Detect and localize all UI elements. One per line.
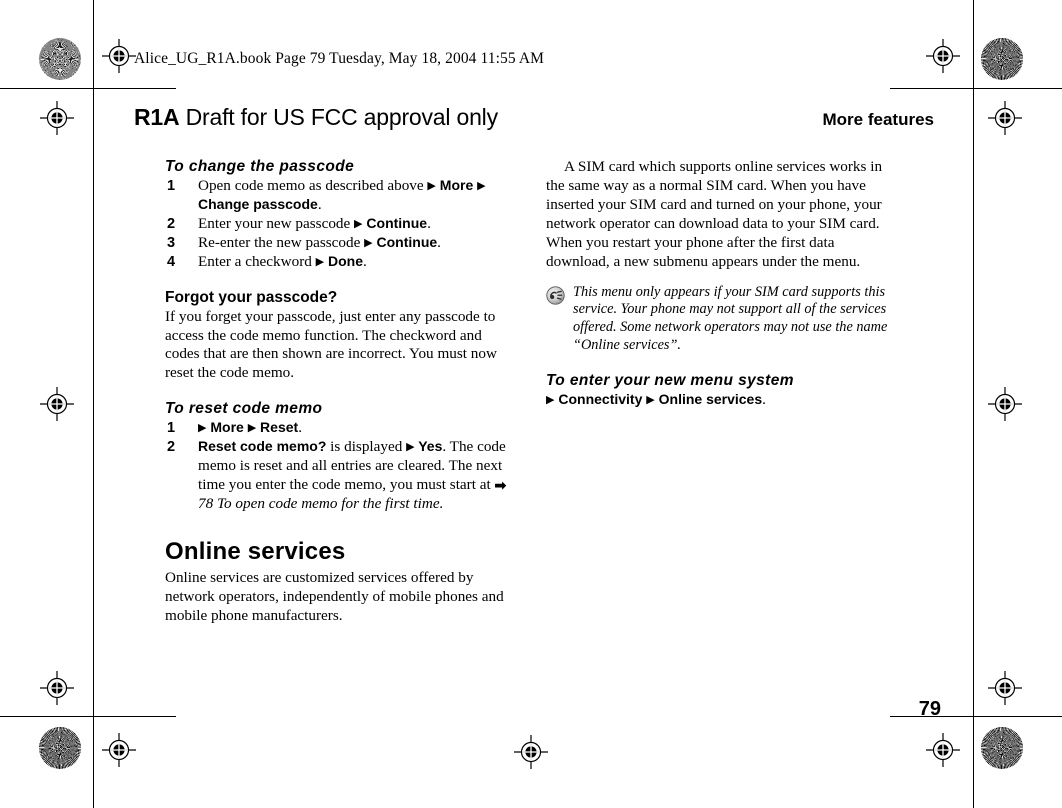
- cross-reference-link[interactable]: 78 To open code memo for the first time.: [198, 495, 443, 512]
- step-number: 4: [167, 253, 176, 270]
- registration-target-bottom-right-outer: [988, 671, 1022, 705]
- menu-arrow-icon: ▶: [477, 180, 486, 192]
- note-block: This menu only appears if your SIM card …: [546, 284, 891, 355]
- steps-change-passcode: 1 Open code memo as described above ▶ Mo…: [165, 177, 510, 272]
- step-number: 1: [167, 178, 176, 194]
- right-column: A SIM card which supports online service…: [546, 158, 891, 626]
- step-text: is displayed: [326, 438, 407, 456]
- menu-arrow-icon: ▶: [646, 393, 655, 406]
- step-period: .: [363, 252, 367, 270]
- ui-label-continue: Continue: [372, 233, 438, 250]
- ui-label-online-services: Online services: [654, 390, 763, 407]
- paragraph-online-services: Online services are customized services …: [165, 569, 504, 625]
- step-text: Re-enter the new passcode: [198, 233, 365, 251]
- note-tip-icon: [546, 285, 565, 305]
- ui-label-reset-code-memo-prompt: Reset code memo?: [198, 438, 327, 455]
- step-text: Enter a checkword: [198, 252, 316, 270]
- step-number: 2: [167, 215, 176, 232]
- menu-arrow-icon: ▶: [354, 217, 363, 230]
- menu-arrow-icon: ▶: [364, 236, 373, 249]
- steps-reset-code-memo: 1 ▶ More ▶ Reset. 2 Reset code memo? is …: [165, 419, 510, 514]
- step-period: .: [317, 195, 322, 213]
- ui-label-reset: Reset: [256, 419, 299, 436]
- menu-arrow-icon: ▶: [315, 255, 325, 268]
- list-item: 1 Open code memo as described above ▶ Mo…: [165, 177, 510, 215]
- color-rosette-bottom-left: [39, 727, 81, 769]
- step-text: Enter your new passcode: [198, 214, 355, 232]
- page-number: 79: [918, 698, 941, 720]
- revision-code: R1A: [134, 104, 180, 130]
- page-title-bar: R1A Draft for US FCC approval only More …: [134, 104, 934, 131]
- step-text: Open code memo as described above: [198, 177, 428, 194]
- list-item: 2 Reset code memo? is displayed ▶ Yes. T…: [165, 438, 510, 514]
- note-text: This menu only appears if your SIM card …: [573, 283, 888, 353]
- document-page: Alice_UG_R1A.book Page 79 Tuesday, May 1…: [93, 0, 973, 808]
- color-rosette-top-left: [39, 38, 81, 80]
- registration-target-top-right-outer: [988, 101, 1022, 135]
- chapter-title: More features: [822, 110, 934, 129]
- menu-arrow-icon: ▶: [406, 441, 415, 454]
- step-number: 3: [167, 234, 176, 251]
- draft-notice: Draft for US FCC approval only: [185, 104, 498, 130]
- step-number: 1: [167, 420, 176, 437]
- heading-to-enter-your-new-menu-system: To enter your new menu system: [546, 371, 794, 389]
- ui-label-connectivity: Connectivity: [554, 390, 647, 407]
- trim-line-right: [973, 0, 974, 808]
- ui-label-continue: Continue: [362, 214, 428, 231]
- two-column-body: To change the passcode 1 Open code memo …: [165, 158, 955, 626]
- paragraph-sim-card-intro: A SIM card which supports online service…: [546, 158, 883, 270]
- registration-target-mid-left: [40, 387, 74, 421]
- heading-forgot-your-passcode: Forgot your passcode?: [165, 288, 338, 306]
- registration-target-mid-right: [988, 387, 1022, 421]
- ui-label-change-passcode: Change passcode: [198, 195, 318, 212]
- paragraph-forgot-passcode: If you forget your passcode, just enter …: [165, 307, 497, 382]
- step-period: .: [437, 233, 441, 251]
- registration-target-bottom-left-outer: [40, 671, 74, 705]
- list-item: 2 Enter your new passcode ▶ Continue.: [165, 215, 510, 234]
- heading-to-change-the-passcode: To change the passcode: [165, 158, 355, 175]
- list-item: 3 Re-enter the new passcode ▶ Continue.: [165, 234, 510, 253]
- color-rosette-bottom-right: [981, 727, 1023, 769]
- color-rosette-top-right: [981, 38, 1023, 80]
- ui-label-done: Done: [324, 252, 364, 269]
- step-number: 2: [167, 439, 176, 456]
- ui-label-yes: Yes: [414, 438, 443, 455]
- menu-arrow-icon: ▶: [427, 180, 436, 192]
- step-period: .: [762, 390, 766, 408]
- heading-to-reset-code-memo: To reset code memo: [165, 400, 323, 418]
- draft-watermark-title: R1A Draft for US FCC approval only: [134, 104, 498, 131]
- list-item: 1 ▶ More ▶ Reset.: [165, 419, 510, 438]
- step-period: .: [298, 419, 302, 437]
- heading-online-services: Online services: [165, 538, 346, 566]
- list-item: 4 Enter a checkword ▶ Done.: [165, 253, 510, 272]
- left-column: To change the passcode 1 Open code memo …: [165, 158, 510, 626]
- step-period: .: [427, 214, 431, 232]
- ui-label-more: More: [206, 419, 248, 436]
- cross-reference-arrow-icon: ➡: [494, 479, 507, 495]
- ui-label-more: More: [435, 177, 478, 193]
- book-slug-header: Alice_UG_R1A.book Page 79 Tuesday, May 1…: [134, 50, 545, 67]
- registration-target-top-left-outer: [40, 101, 74, 135]
- steps-enter-menu-system: ▶ Connectivity ▶ Online services.: [546, 391, 891, 410]
- menu-arrow-icon: ▶: [247, 422, 257, 435]
